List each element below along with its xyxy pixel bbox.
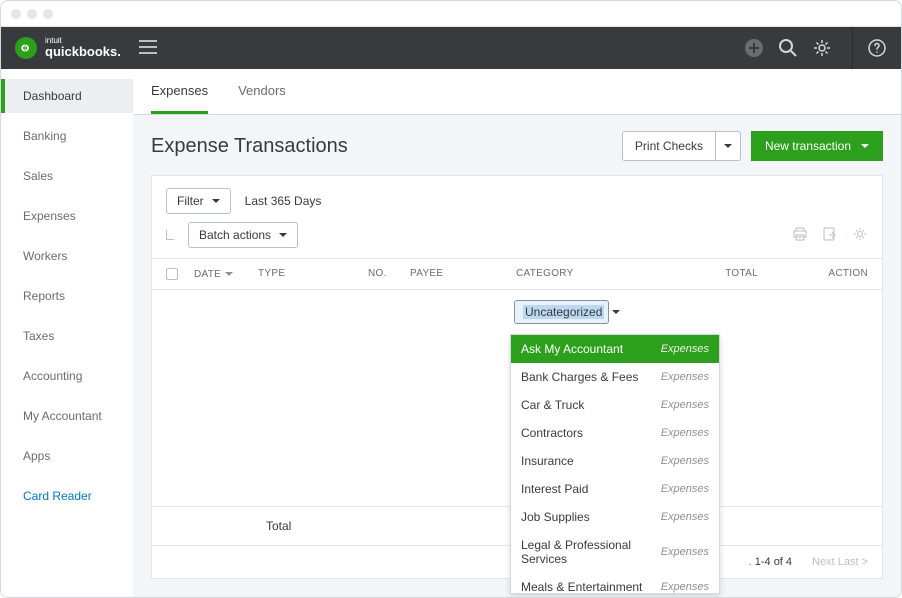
option-type: Expenses	[661, 581, 709, 593]
dropdown-option[interactable]: Bank Charges & FeesExpenses	[511, 363, 719, 391]
total-label: Total	[266, 519, 291, 533]
window-titlebar	[1, 1, 901, 27]
export-icon[interactable]	[822, 226, 838, 245]
sidebar: Dashboard Banking Sales Expenses Workers Repo…	[1, 69, 133, 597]
new-transaction-label: New transaction	[765, 139, 851, 153]
option-label: Insurance	[521, 454, 661, 468]
col-payee[interactable]: PAYEE	[410, 268, 516, 280]
option-type: Expenses	[661, 371, 709, 383]
category-dropdown: Ask My AccountantExpensesBank Charges & …	[510, 334, 720, 594]
transactions-panel: Filter Last 365 Days Batch actions	[151, 175, 883, 579]
option-type: Expenses	[661, 343, 709, 355]
batch-actions-button[interactable]: Batch actions	[188, 222, 298, 248]
col-category[interactable]: CATEGORY	[516, 268, 626, 280]
sort-desc-icon	[225, 272, 233, 276]
print-icon[interactable]	[792, 226, 808, 245]
sidebar-item-banking[interactable]: Banking	[1, 119, 133, 153]
page-title: Expense Transactions	[151, 135, 348, 158]
top-navbar: intuit quickbooks.	[1, 27, 901, 69]
sidebar-item-expenses[interactable]: Expenses	[1, 199, 133, 233]
option-label: Contractors	[521, 426, 661, 440]
option-label: Bank Charges & Fees	[521, 370, 661, 384]
next-page-link[interactable]: Next Last >	[812, 556, 868, 568]
sidebar-item-apps[interactable]: Apps	[1, 439, 133, 473]
dropdown-option[interactable]: Legal & Professional ServicesExpenses	[511, 531, 719, 573]
qb-logo-icon	[15, 37, 37, 59]
option-label: Job Supplies	[521, 510, 661, 524]
option-type: Expenses	[661, 455, 709, 467]
dropdown-option[interactable]: Job SuppliesExpenses	[511, 503, 719, 531]
dropdown-option[interactable]: Interest PaidExpenses	[511, 475, 719, 503]
brand-name: quickbooks.	[45, 44, 121, 59]
settings-icon[interactable]	[852, 226, 868, 245]
chevron-down-icon	[724, 144, 732, 148]
option-type: Expenses	[661, 483, 709, 495]
option-type: Expenses	[661, 546, 709, 558]
print-checks-button[interactable]: Print Checks	[622, 131, 741, 161]
tab-vendors[interactable]: Vendors	[238, 69, 286, 114]
page-range: 1-4 of 4	[755, 556, 792, 568]
option-label: Car & Truck	[521, 398, 661, 412]
sidebar-item-reports[interactable]: Reports	[1, 279, 133, 313]
new-transaction-button[interactable]: New transaction	[751, 131, 883, 161]
brand: intuit quickbooks.	[15, 37, 121, 59]
tab-bar: Expenses Vendors	[133, 69, 901, 115]
select-all-checkbox[interactable]	[166, 268, 178, 280]
table-header: DATE TYPE NO. PAYEE CATEGORY TOTAL ACTIO…	[152, 258, 882, 290]
dropdown-option[interactable]: ContractorsExpenses	[511, 419, 719, 447]
option-type: Expenses	[661, 427, 709, 439]
sidebar-item-workers[interactable]: Workers	[1, 239, 133, 273]
help-icon[interactable]	[867, 38, 887, 58]
option-type: Expenses	[661, 511, 709, 523]
sidebar-item-card-reader[interactable]: Card Reader	[1, 479, 133, 513]
gear-icon[interactable]	[812, 38, 832, 58]
col-type[interactable]: TYPE	[258, 268, 368, 280]
option-type: Expenses	[661, 399, 709, 411]
option-label: Legal & Professional Services	[521, 538, 661, 566]
sidebar-item-sales[interactable]: Sales	[1, 159, 133, 193]
print-checks-caret[interactable]	[715, 131, 741, 161]
chevron-down-icon	[279, 233, 287, 237]
sidebar-item-taxes[interactable]: Taxes	[1, 319, 133, 353]
dropdown-option[interactable]: Car & TruckExpenses	[511, 391, 719, 419]
dropdown-option[interactable]: InsuranceExpenses	[511, 447, 719, 475]
sidebar-item-accounting[interactable]: Accounting	[1, 359, 133, 393]
sidebar-item-my-accountant[interactable]: My Accountant	[1, 399, 133, 433]
chevron-down-icon	[612, 310, 620, 314]
option-label: Meals & Entertainment	[521, 580, 661, 594]
hamburger-menu-icon[interactable]	[139, 38, 157, 59]
batch-actions-label: Batch actions	[199, 228, 271, 242]
category-select-input[interactable]: Uncategorized	[514, 300, 609, 324]
chevron-down-icon	[861, 144, 869, 148]
search-icon[interactable]	[778, 38, 798, 58]
chevron-down-icon	[212, 199, 220, 203]
col-action: ACTION	[768, 268, 868, 280]
dropdown-option[interactable]: Meals & EntertainmentExpenses	[511, 573, 719, 594]
traffic-close-icon[interactable]	[11, 9, 21, 19]
option-label: Ask My Accountant	[521, 342, 661, 356]
col-total[interactable]: TOTAL	[626, 268, 768, 280]
tab-expenses[interactable]: Expenses	[151, 69, 208, 114]
date-range-label: Last 365 Days	[245, 194, 322, 208]
create-icon[interactable]	[744, 38, 764, 58]
filter-button[interactable]: Filter	[166, 188, 231, 214]
sidebar-item-dashboard[interactable]: Dashboard	[1, 79, 133, 113]
category-selected-value: Uncategorized	[523, 305, 604, 319]
col-no[interactable]: NO.	[368, 268, 410, 280]
corner-mark-icon	[166, 230, 174, 240]
col-date[interactable]: DATE	[194, 268, 258, 280]
filter-label: Filter	[177, 194, 204, 208]
print-checks-label: Print Checks	[635, 139, 703, 153]
option-label: Interest Paid	[521, 482, 661, 496]
traffic-zoom-icon[interactable]	[43, 9, 53, 19]
traffic-minimize-icon[interactable]	[27, 9, 37, 19]
dropdown-option[interactable]: Ask My AccountantExpenses	[511, 335, 719, 363]
